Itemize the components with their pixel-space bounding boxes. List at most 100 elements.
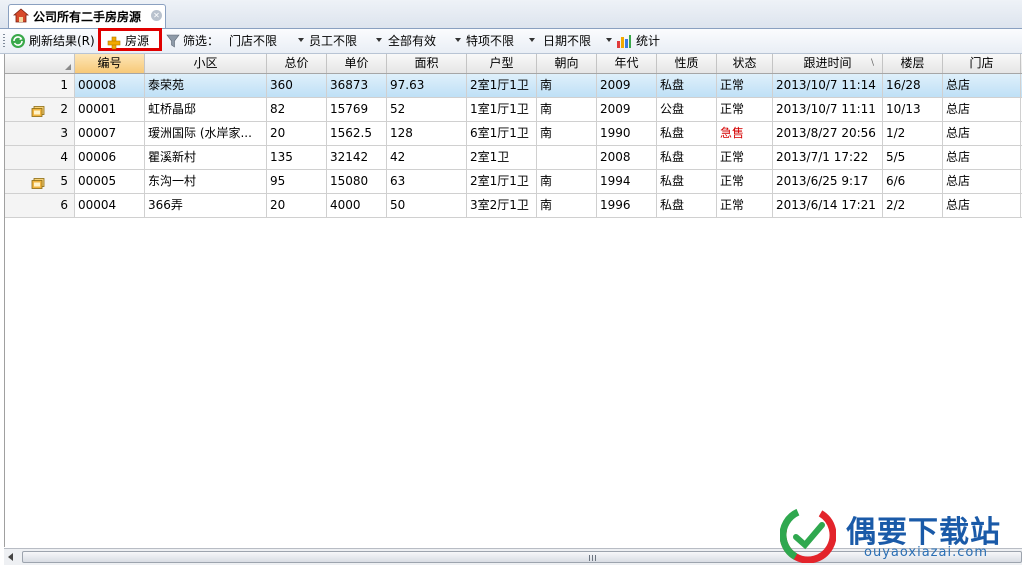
dropdown-arrow-icon [606, 38, 612, 42]
column-header-label: 状态 [732, 56, 757, 70]
table-row[interactable]: 6 00004 366弄 20 4000 50 3室2厅1卫南 1996 私盘 正常 2013/6/… [5, 194, 1022, 218]
table-row[interactable]: 1 00008 泰荣苑 360 36873 97.63 2室1厅1卫南 2009 私盘 正常 201… [5, 74, 1022, 98]
table-cell: 1990 [597, 122, 657, 145]
column-header[interactable]: 性质 [657, 54, 717, 73]
table-cell: 2/2 [883, 194, 943, 217]
filter-staff-dropdown[interactable]: 员工不限 [306, 31, 382, 51]
table-cell: 16/28 [883, 74, 943, 97]
table-cell: 私盘 [657, 122, 717, 145]
header-rownum[interactable] [5, 54, 75, 73]
table-cell: 私盘 [657, 170, 717, 193]
table-cell: 52 [387, 98, 467, 121]
column-header-label: 门店 [969, 56, 994, 70]
column-header[interactable]: 总价 [267, 54, 327, 73]
table-cell: 15080 [327, 170, 387, 193]
row-number-label: 4 [60, 150, 68, 164]
refresh-label: 刷新结果(R) [29, 34, 95, 48]
tab-title: 公司所有二手房房源 [33, 10, 142, 24]
table-row[interactable]: 2 00001 虹桥晶邸 82 15769 52 1室1厅1卫南 2009 公盘 正常 2013/1… [5, 98, 1022, 122]
column-header-label: 楼层 [900, 56, 925, 70]
column-header[interactable]: 户型 [467, 54, 537, 73]
row-number[interactable]: 1 [5, 74, 75, 97]
table-cell: 3室2厅1卫 [467, 194, 537, 217]
table-row[interactable]: 4 00006 瞿溪新村 135 32142 42 2室1卫 2008 私盘 正常 2013/7/1… [5, 146, 1022, 170]
table-cell: 正常 [717, 170, 773, 193]
table-cell: 366弄 [145, 194, 267, 217]
filter-validity-value: 全部有效 [388, 34, 437, 48]
filter-date-dropdown[interactable]: 日期不限 [540, 31, 612, 51]
column-header-label: 性质 [674, 56, 699, 70]
row-number[interactable]: 3 [5, 122, 75, 145]
column-header[interactable]: 门店 [943, 54, 1021, 73]
row-number-label: 6 [60, 198, 68, 212]
table-cell: 南 [537, 98, 597, 121]
photo-icon[interactable] [31, 103, 45, 121]
photo-icon[interactable] [31, 175, 45, 193]
close-icon[interactable]: ✕ [151, 10, 162, 21]
tab-all-listings[interactable]: 公司所有二手房房源 ✕ [8, 4, 166, 28]
table-cell: 50 [387, 194, 467, 217]
table-cell: 东沟一村 [145, 170, 267, 193]
column-header[interactable]: 楼层 [883, 54, 943, 73]
watermark-logo-icon [779, 506, 837, 565]
filter-special-dropdown[interactable]: 特项不限 [463, 31, 535, 51]
column-header[interactable]: 朝向 [537, 54, 597, 73]
table-cell: 00001 [75, 98, 145, 121]
row-number-label: 3 [60, 126, 68, 140]
table-cell: 82 [267, 98, 327, 121]
column-header-label: 总价 [284, 56, 309, 70]
table-cell: 总店 [943, 194, 1021, 217]
toolbar-grip[interactable] [3, 34, 5, 48]
table-cell: 急售 [717, 122, 773, 145]
add-listing-button[interactable]: 房源 [98, 28, 162, 51]
row-number[interactable]: 6 [5, 194, 75, 217]
tab-strip: 公司所有二手房房源 ✕ [0, 0, 1022, 29]
filter-date-value: 日期不限 [543, 34, 592, 48]
scroll-left-arrow-icon[interactable] [8, 553, 13, 561]
table-cell: 42 [387, 146, 467, 169]
table-cell: 20 [267, 122, 327, 145]
site-watermark: 偶要下载站 ouyaoxiazai.com [779, 505, 1020, 565]
home-icon [12, 8, 30, 27]
filter-validity-dropdown[interactable]: 全部有效 [385, 31, 461, 51]
grid-header: 编号 小区 总价 单价 面积 户型 朝向 年代 性质 状态 跟进时间 \ 楼层 门店 [5, 54, 1022, 74]
table-cell: 总店 [943, 74, 1021, 97]
table-cell: 00007 [75, 122, 145, 145]
table-cell: 总店 [943, 146, 1021, 169]
table-cell: 南 [537, 122, 597, 145]
row-number[interactable]: 5 [5, 170, 75, 193]
table-cell: 00006 [75, 146, 145, 169]
table-cell: 2009 [597, 98, 657, 121]
row-number-label: 1 [60, 78, 68, 92]
table-cell: 2009 [597, 74, 657, 97]
column-header[interactable]: 小区 [145, 54, 267, 73]
table-row[interactable]: 5 00005 东沟一村 95 15080 63 2室1厅1卫南 1994 私盘 正常 2013/6… [5, 170, 1022, 194]
table-cell: 总店 [943, 122, 1021, 145]
column-header[interactable]: 状态 [717, 54, 773, 73]
table-cell: 32142 [327, 146, 387, 169]
table-cell: 1994 [597, 170, 657, 193]
column-header[interactable]: 年代 [597, 54, 657, 73]
table-row[interactable]: 3 00007 瑷洲国际 (水岸家... 20 1562.5 128 6室1厅1卫南 1990… [5, 122, 1022, 146]
table-cell: 15769 [327, 98, 387, 121]
row-number[interactable]: 4 [5, 146, 75, 169]
filter-store-dropdown[interactable]: 门店不限 [226, 31, 304, 51]
table-cell: 2013/6/25 9:17 [773, 170, 883, 193]
filter-label: 筛选： [183, 34, 220, 48]
sort-indicator-icon: \ [870, 58, 874, 68]
row-number[interactable]: 2 [5, 98, 75, 121]
column-header[interactable]: 面积 [387, 54, 467, 73]
column-header[interactable]: 跟进时间 \ [773, 54, 883, 73]
filter-special-value: 特项不限 [466, 34, 515, 48]
table-cell: 1562.5 [327, 122, 387, 145]
filter-icon [166, 33, 180, 49]
column-header[interactable]: 单价 [327, 54, 387, 73]
column-header[interactable]: 编号 [75, 54, 145, 73]
table-cell: 2013/10/7 11:14 [773, 74, 883, 97]
table-cell: 正常 [717, 194, 773, 217]
filter-store-value: 门店不限 [229, 34, 278, 48]
watermark-domain: ouyaoxiazai.com [864, 545, 988, 560]
table-cell: 2013/8/27 20:56 [773, 122, 883, 145]
dropdown-arrow-icon [455, 38, 461, 42]
table-cell: 私盘 [657, 74, 717, 97]
